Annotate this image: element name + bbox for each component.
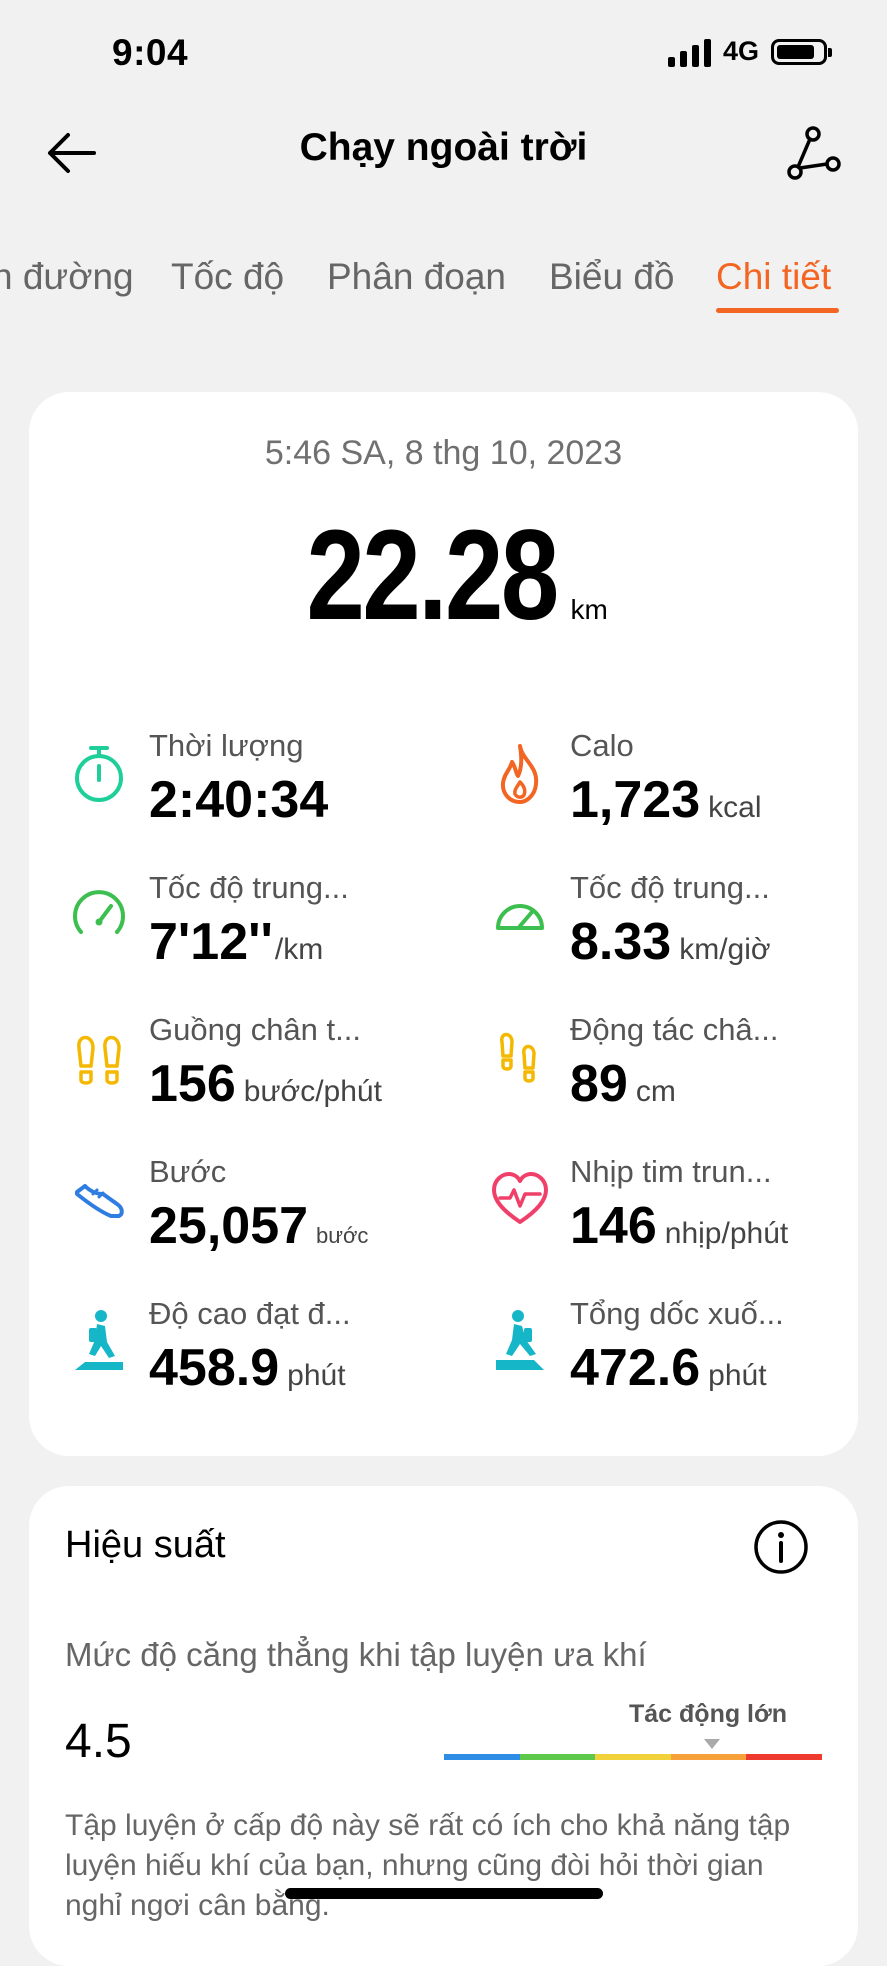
shoe-icon (75, 1184, 124, 1218)
home-indicator (285, 1888, 603, 1899)
stat-calories: Calo 1,723 kcal (492, 728, 852, 848)
stat-unit: bước/phút (243, 1075, 382, 1108)
stat-label: Calo (570, 728, 634, 763)
stat-value: 89 (570, 1055, 628, 1113)
stat-avg-heart-rate: Nhịp tim trun... 146 nhịp/phút (492, 1154, 852, 1274)
stress-scale-bar (444, 1754, 822, 1760)
stat-value: 458.9 (149, 1339, 280, 1397)
stat-label: Độ cao đạt đ... (149, 1296, 351, 1331)
battery-icon (771, 38, 832, 65)
status-time: 9:04 (112, 32, 189, 73)
scale-segment (746, 1754, 822, 1760)
stat-value: 146 (570, 1197, 657, 1255)
active-tab-indicator (716, 308, 839, 313)
stat-unit: kcal (708, 791, 762, 824)
workout-date: 5:46 SA, 8 thg 10, 2023 (264, 434, 623, 472)
stat-cadence: Guồng chân t... 156 bước/phút (71, 1012, 431, 1132)
stat-value-group: 472.6 phút (570, 1338, 767, 1398)
stat-unit: phút (708, 1359, 767, 1392)
footprints-stride-icon (500, 1032, 536, 1083)
info-icon[interactable] (752, 1518, 810, 1576)
network-type: 4G (722, 36, 759, 66)
stat-value: 7'12'' (149, 913, 273, 971)
stat-elevation-loss: Tổng dốc xuố... 472.6 phút (492, 1296, 852, 1416)
battery-level (777, 44, 815, 59)
status-indicators: 4G (667, 36, 832, 67)
stat-duration: Thời lượng 2:40:34 (71, 728, 431, 848)
stat-label: Động tác châ... (570, 1012, 779, 1047)
stat-label: Tổng dốc xuố... (570, 1296, 784, 1331)
heart-rate-icon (492, 1172, 548, 1224)
stat-label: Nhịp tim trun... (570, 1154, 772, 1189)
scale-segment (519, 1754, 596, 1760)
stat-avg-speed: Tốc độ trung... 8.33 km/giờ (492, 870, 852, 990)
stopwatch-icon (75, 746, 123, 802)
stat-value-group: 25,057 bước (149, 1196, 368, 1256)
tab-route[interactable]: n đường (0, 256, 134, 298)
stat-elevation-gain: Độ cao đạt đ... 458.9 phút (71, 1296, 431, 1416)
stat-value: 2:40:34 (149, 771, 329, 829)
stat-unit: bước (316, 1223, 369, 1248)
stat-unit: cm (635, 1075, 676, 1108)
hiker-downhill-icon (496, 1310, 544, 1370)
stat-value: 1,723 (570, 771, 701, 829)
hiker-uphill-icon (75, 1310, 123, 1370)
distance-unit: km (570, 594, 608, 625)
stat-unit: phút (287, 1359, 346, 1392)
stat-steps: Bước 25,057 bước (71, 1154, 431, 1274)
stat-value: 25,057 (149, 1197, 309, 1255)
stat-label: Tốc độ trung... (570, 870, 770, 905)
performance-title: Hiệu suất (65, 1524, 226, 1566)
scale-segment (595, 1754, 671, 1760)
stat-value-group: 7'12''/km (149, 912, 323, 972)
stat-value-group: 2:40:34 (149, 770, 328, 830)
stat-value: 156 (149, 1055, 236, 1113)
flame-icon (500, 744, 539, 804)
scale-segment (444, 1754, 520, 1760)
tab-charts[interactable]: Biểu đồ (549, 256, 675, 298)
route-icon[interactable] (785, 124, 843, 182)
stat-unit: km/giờ (679, 933, 771, 966)
signal-icon (667, 37, 711, 67)
stat-label: Tốc độ trung... (149, 870, 349, 905)
aerobic-stress-value: 4.5 (65, 1715, 132, 1768)
speedometer-icon (73, 890, 125, 934)
stat-value: 472.6 (570, 1339, 701, 1397)
stat-label: Bước (149, 1154, 227, 1189)
stat-unit: /km (274, 933, 324, 966)
summary-card: 5:46 SA, 8 thg 10, 2023 22.28 km Thời lượ… (29, 392, 858, 1456)
status-bar: 9:04 4G (0, 0, 887, 100)
stat-avg-pace: Tốc độ trung... 7'12''/km (71, 870, 431, 990)
tab-details[interactable]: Chi tiết (716, 256, 831, 298)
stat-value-group: 1,723 kcal (570, 770, 762, 830)
impact-marker-icon (704, 1739, 720, 1749)
speedometer-icon (496, 904, 544, 930)
tab-speed[interactable]: Tốc độ (171, 256, 284, 298)
stat-unit: nhịp/phút (664, 1217, 789, 1250)
distance-value: 22.28 (306, 504, 560, 647)
tab-segments[interactable]: Phân đoạn (327, 256, 506, 298)
stat-label: Thời lượng (149, 728, 304, 763)
stat-value-group: 89 cm (570, 1054, 676, 1114)
tab-bar: n đường Tốc độ Phân đoạn Biểu đồ Chi tiế… (0, 238, 887, 318)
stat-value-group: 146 nhịp/phút (570, 1196, 788, 1256)
performance-description: Tập luyện ở cấp độ này sẽ rất có ích cho… (65, 1809, 791, 1922)
page-title: Chạy ngoài trời (299, 126, 588, 169)
stat-value-group: 458.9 phút (149, 1338, 346, 1398)
scale-segment (670, 1754, 747, 1760)
stat-stride: Động tác châ... 89 cm (492, 1012, 852, 1132)
stat-label: Guồng chân t... (149, 1012, 361, 1047)
stat-value-group: 8.33 km/giờ (570, 912, 771, 972)
footprints-icon (77, 1035, 121, 1085)
distance-display: 22.28 km (29, 502, 858, 649)
stat-value-group: 156 bước/phút (149, 1054, 382, 1114)
stat-value: 8.33 (570, 913, 672, 971)
nav-bar: Chạy ngoài trời (0, 100, 887, 200)
impact-label: Tác động lớn (629, 1700, 788, 1728)
aerobic-stress-label: Mức độ căng thẳng khi tập luyện ưa khí (65, 1636, 647, 1673)
